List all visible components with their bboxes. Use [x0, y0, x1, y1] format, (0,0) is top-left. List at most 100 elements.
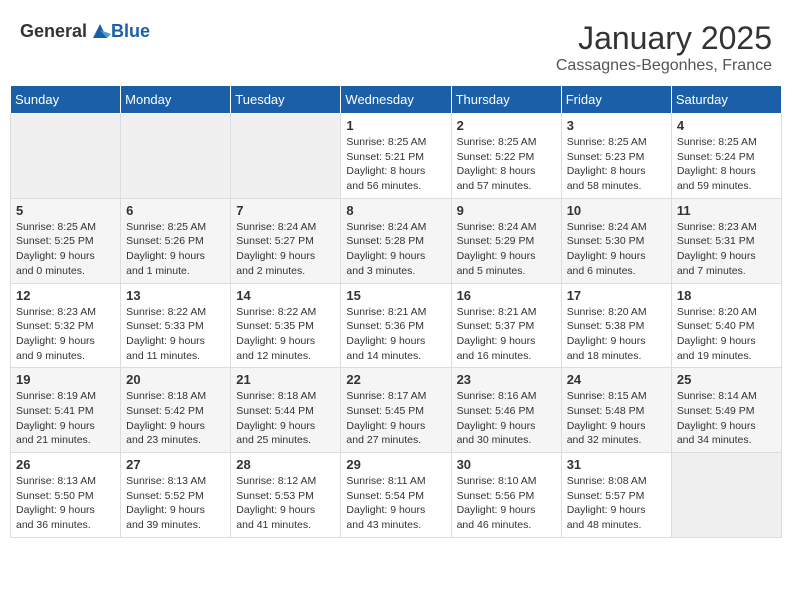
logo: General Blue: [20, 20, 150, 42]
day-cell: 29Sunrise: 8:11 AMSunset: 5:54 PMDayligh…: [341, 453, 451, 538]
day-number: 19: [16, 372, 115, 387]
day-cell: 4 Sunrise: 8:25 AMSunset: 5:24 PMDaylight…: [671, 114, 781, 199]
weekday-header-row: SundayMondayTuesdayWednesdayThursdayFrid…: [11, 86, 782, 114]
day-number: 22: [346, 372, 445, 387]
week-row-2: 12 Sunrise: 8:23 AMSunset: 5:32 PMDayligh…: [11, 283, 782, 368]
day-cell: 30Sunrise: 8:10 AMSunset: 5:56 PMDayligh…: [451, 453, 561, 538]
day-info: Sunrise: 8:12 AMSunset: 5:53 PMDaylight:…: [236, 474, 335, 533]
day-cell: 26Sunrise: 8:13 AMSunset: 5:50 PMDayligh…: [11, 453, 121, 538]
day-cell: 21Sunrise: 8:18 AMSunset: 5:44 PMDayligh…: [231, 368, 341, 453]
day-info: Sunrise: 8:24 AMSunset: 5:29 PMDaylight:…: [457, 220, 556, 279]
day-info: Sunrise: 8:22 AMSunset: 5:35 PMDaylight:…: [236, 305, 335, 364]
day-cell: 17 Sunrise: 8:20 AMSunset: 5:38 PMDayligh…: [561, 283, 671, 368]
day-info: Sunrise: 8:22 AMSunset: 5:33 PMDaylight:…: [126, 305, 225, 364]
day-cell: 6Sunrise: 8:25 AMSunset: 5:26 PMDaylight…: [121, 198, 231, 283]
logo-blue-text: Blue: [111, 21, 150, 42]
day-info: Sunrise: 8:19 AMSunset: 5:41 PMDaylight:…: [16, 389, 115, 448]
day-cell: 25Sunrise: 8:14 AMSunset: 5:49 PMDayligh…: [671, 368, 781, 453]
day-cell: 16 Sunrise: 8:21 AMSunset: 5:37 PMDayligh…: [451, 283, 561, 368]
day-number: 7: [236, 203, 335, 218]
day-cell: 24Sunrise: 8:15 AMSunset: 5:48 PMDayligh…: [561, 368, 671, 453]
day-number: 28: [236, 457, 335, 472]
day-number: 15: [346, 288, 445, 303]
day-info: Sunrise: 8:25 AMSunset: 5:22 PMDaylight:…: [457, 135, 556, 194]
day-number: 30: [457, 457, 556, 472]
weekday-header-thursday: Thursday: [451, 86, 561, 114]
day-cell: 11 Sunrise: 8:23 AMSunset: 5:31 PMDayligh…: [671, 198, 781, 283]
day-cell: 19 Sunrise: 8:19 AMSunset: 5:41 PMDayligh…: [11, 368, 121, 453]
title-block: January 2025 Cassagnes-Begonhes, France: [556, 20, 772, 75]
day-cell: 12 Sunrise: 8:23 AMSunset: 5:32 PMDayligh…: [11, 283, 121, 368]
day-cell: 27 Sunrise: 8:13 AMSunset: 5:52 PMDayligh…: [121, 453, 231, 538]
weekday-header-tuesday: Tuesday: [231, 86, 341, 114]
day-number: 31: [567, 457, 666, 472]
day-cell: 7 Sunrise: 8:24 AMSunset: 5:27 PMDaylight…: [231, 198, 341, 283]
day-number: 4: [677, 118, 776, 133]
week-row-4: 26Sunrise: 8:13 AMSunset: 5:50 PMDayligh…: [11, 453, 782, 538]
day-info: Sunrise: 8:25 AMSunset: 5:25 PMDaylight:…: [16, 220, 115, 279]
day-cell: [231, 114, 341, 199]
day-cell: 22 Sunrise: 8:17 AMSunset: 5:45 PMDayligh…: [341, 368, 451, 453]
week-row-0: 1 Sunrise: 8:25 AMSunset: 5:21 PMDaylight…: [11, 114, 782, 199]
day-cell: 28 Sunrise: 8:12 AMSunset: 5:53 PMDayligh…: [231, 453, 341, 538]
day-number: 23: [457, 372, 556, 387]
week-row-3: 19 Sunrise: 8:19 AMSunset: 5:41 PMDayligh…: [11, 368, 782, 453]
day-info: Sunrise: 8:25 AMSunset: 5:24 PMDaylight:…: [677, 135, 776, 194]
day-number: 18: [677, 288, 776, 303]
day-info: Sunrise: 8:24 AMSunset: 5:30 PMDaylight:…: [567, 220, 666, 279]
day-cell: 3 Sunrise: 8:25 AMSunset: 5:23 PMDaylight…: [561, 114, 671, 199]
logo-icon: [89, 20, 111, 42]
day-info: Sunrise: 8:24 AMSunset: 5:27 PMDaylight:…: [236, 220, 335, 279]
location-title: Cassagnes-Begonhes, France: [556, 57, 772, 75]
day-number: 13: [126, 288, 225, 303]
day-number: 25: [677, 372, 776, 387]
day-number: 29: [346, 457, 445, 472]
day-info: Sunrise: 8:20 AMSunset: 5:38 PMDaylight:…: [567, 305, 666, 364]
day-number: 1: [346, 118, 445, 133]
day-cell: 15 Sunrise: 8:21 AMSunset: 5:36 PMDayligh…: [341, 283, 451, 368]
day-number: 20: [126, 372, 225, 387]
day-info: Sunrise: 8:24 AMSunset: 5:28 PMDaylight:…: [346, 220, 445, 279]
day-info: Sunrise: 8:23 AMSunset: 5:32 PMDaylight:…: [16, 305, 115, 364]
day-cell: 13 Sunrise: 8:22 AMSunset: 5:33 PMDayligh…: [121, 283, 231, 368]
day-info: Sunrise: 8:20 AMSunset: 5:40 PMDaylight:…: [677, 305, 776, 364]
logo-general-text: General: [20, 21, 87, 42]
day-cell: 9Sunrise: 8:24 AMSunset: 5:29 PMDaylight…: [451, 198, 561, 283]
day-info: Sunrise: 8:18 AMSunset: 5:42 PMDaylight:…: [126, 389, 225, 448]
day-info: Sunrise: 8:23 AMSunset: 5:31 PMDaylight:…: [677, 220, 776, 279]
day-info: Sunrise: 8:21 AMSunset: 5:36 PMDaylight:…: [346, 305, 445, 364]
day-cell: 2 Sunrise: 8:25 AMSunset: 5:22 PMDaylight…: [451, 114, 561, 199]
day-number: 14: [236, 288, 335, 303]
day-number: 6: [126, 203, 225, 218]
day-number: 2: [457, 118, 556, 133]
day-number: 16: [457, 288, 556, 303]
day-number: 3: [567, 118, 666, 133]
day-number: 12: [16, 288, 115, 303]
day-number: 27: [126, 457, 225, 472]
day-info: Sunrise: 8:25 AMSunset: 5:21 PMDaylight:…: [346, 135, 445, 194]
day-info: Sunrise: 8:25 AMSunset: 5:23 PMDaylight:…: [567, 135, 666, 194]
day-info: Sunrise: 8:18 AMSunset: 5:44 PMDaylight:…: [236, 389, 335, 448]
day-number: 17: [567, 288, 666, 303]
day-number: 11: [677, 203, 776, 218]
day-info: Sunrise: 8:15 AMSunset: 5:48 PMDaylight:…: [567, 389, 666, 448]
day-info: Sunrise: 8:13 AMSunset: 5:52 PMDaylight:…: [126, 474, 225, 533]
weekday-header-wednesday: Wednesday: [341, 86, 451, 114]
day-number: 5: [16, 203, 115, 218]
day-info: Sunrise: 8:17 AMSunset: 5:45 PMDaylight:…: [346, 389, 445, 448]
day-info: Sunrise: 8:13 AMSunset: 5:50 PMDaylight:…: [16, 474, 115, 533]
month-title: January 2025: [556, 20, 772, 57]
day-cell: 23Sunrise: 8:16 AMSunset: 5:46 PMDayligh…: [451, 368, 561, 453]
day-cell: 5 Sunrise: 8:25 AMSunset: 5:25 PMDaylight…: [11, 198, 121, 283]
weekday-header-sunday: Sunday: [11, 86, 121, 114]
day-info: Sunrise: 8:08 AMSunset: 5:57 PMDaylight:…: [567, 474, 666, 533]
weekday-header-saturday: Saturday: [671, 86, 781, 114]
weekday-header-monday: Monday: [121, 86, 231, 114]
day-cell: 10Sunrise: 8:24 AMSunset: 5:30 PMDayligh…: [561, 198, 671, 283]
day-cell: 1 Sunrise: 8:25 AMSunset: 5:21 PMDaylight…: [341, 114, 451, 199]
weekday-header-friday: Friday: [561, 86, 671, 114]
day-cell: 20 Sunrise: 8:18 AMSunset: 5:42 PMDayligh…: [121, 368, 231, 453]
day-info: Sunrise: 8:21 AMSunset: 5:37 PMDaylight:…: [457, 305, 556, 364]
day-cell: [121, 114, 231, 199]
day-cell: [11, 114, 121, 199]
